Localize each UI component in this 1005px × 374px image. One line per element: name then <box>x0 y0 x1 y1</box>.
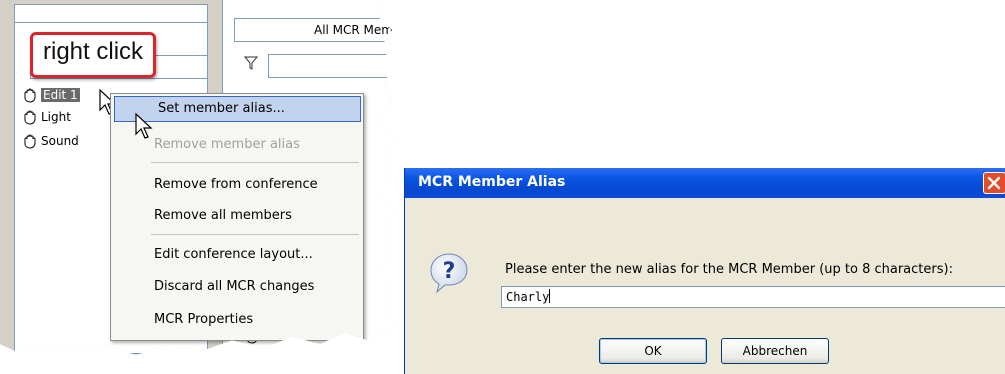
dialog-message: Please enter the new alias for the MCR M… <box>505 262 953 277</box>
hand-icon <box>24 110 36 125</box>
dialog-title: MCR Member Alias <box>418 174 566 190</box>
filter-icon[interactable] <box>244 56 258 70</box>
tree-item-label: Edit 1 <box>41 88 80 102</box>
hand-icon <box>24 134 36 149</box>
svg-text:?: ? <box>443 259 456 284</box>
mcr-member-alias-dialog: MCR Member Alias ? Please enter the new … <box>404 168 1005 374</box>
cancel-button[interactable]: Abbrechen <box>721 338 829 364</box>
question-icon: ? <box>430 253 468 294</box>
mouse-cursor-icon <box>135 112 153 139</box>
tree-item-label: Sound <box>41 134 79 148</box>
menu-item-remove-from-conference[interactable]: Remove from conference <box>111 172 363 198</box>
menu-separator <box>151 234 359 235</box>
ok-button[interactable]: OK <box>599 338 707 364</box>
menu-item-mcr-properties[interactable]: MCR Properties <box>111 307 363 333</box>
tree-item-label: Light <box>41 110 71 124</box>
menu-separator <box>151 162 359 163</box>
alias-input[interactable]: Charly <box>501 286 1005 308</box>
close-button[interactable] <box>983 172 1005 194</box>
right-click-callout: right click <box>30 32 157 78</box>
left-panel-header <box>14 4 208 24</box>
menu-item-discard-all-mcr-changes[interactable]: Discard all MCR changes <box>111 274 363 300</box>
close-icon <box>987 176 1001 190</box>
filter-input[interactable] <box>268 54 396 78</box>
hand-icon <box>24 88 36 103</box>
mcr-members-dropdown[interactable]: All MCR Mem <box>234 18 396 42</box>
tree-item-sound[interactable]: Sound <box>22 132 79 150</box>
text-caret <box>549 289 551 303</box>
menu-item-edit-conference-layout[interactable]: Edit conference layout... <box>111 242 363 268</box>
callout-text: right click <box>43 38 144 65</box>
tree-item-light[interactable]: Light <box>22 108 71 126</box>
dialog-titlebar[interactable]: MCR Member Alias <box>405 168 1005 198</box>
screenshot-fragment: All MCR Mem Edit 1 Light Sound Edit 1 ri… <box>0 0 396 356</box>
alias-input-value: Charly <box>506 290 550 304</box>
menu-item-remove-all-members[interactable]: Remove all members <box>111 203 363 229</box>
tree-item-edit-1[interactable]: Edit 1 <box>22 86 80 104</box>
